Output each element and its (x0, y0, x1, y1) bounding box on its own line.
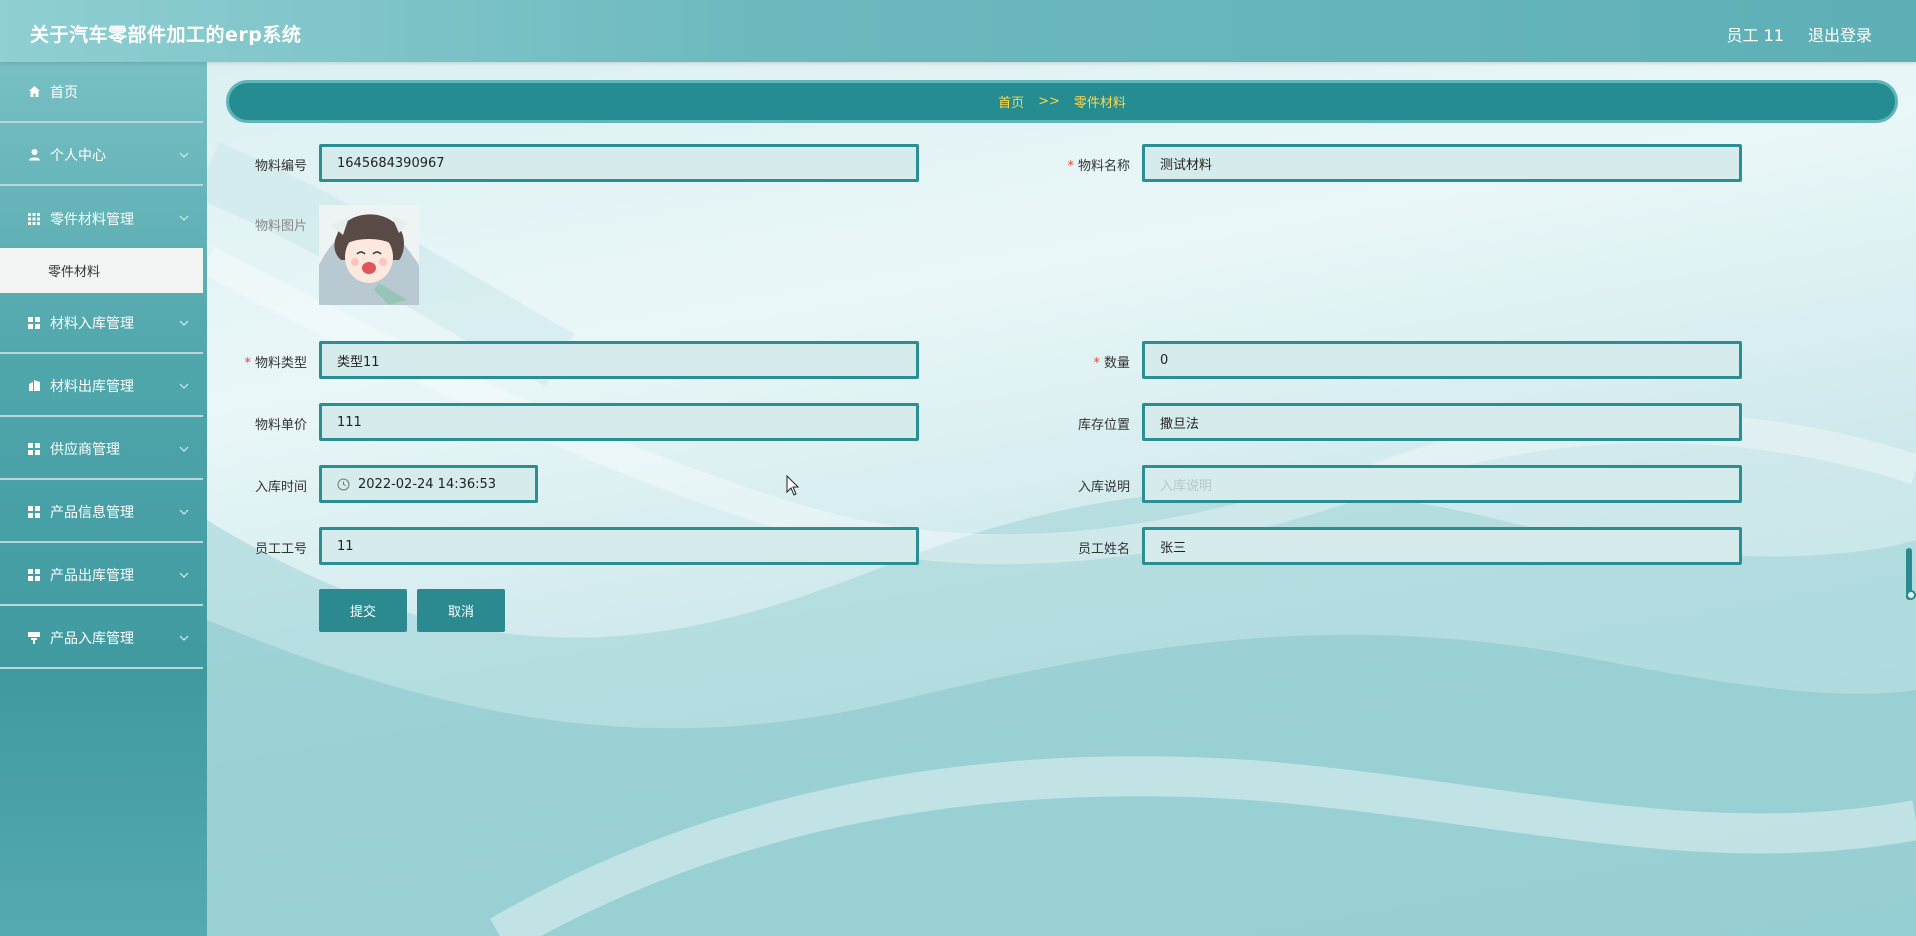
unit-price-field[interactable]: 111 (319, 403, 919, 441)
employee-no-field[interactable]: 11 (319, 527, 919, 565)
sidebar-item-label: 产品入库管理 (50, 630, 134, 647)
app-title: 关于汽车零部件加工的erp系统 (30, 24, 302, 46)
current-user: 员工 11 (1726, 26, 1784, 45)
unit-price-label: 物料单价 (254, 418, 307, 433)
employee-name-field[interactable]: 张三 (1142, 527, 1742, 565)
chevron-down-icon (179, 320, 189, 326)
chevron-down-icon (179, 446, 189, 452)
employee-no-label: 员工工号 (254, 542, 307, 557)
mouse-pointer-icon (786, 475, 800, 496)
storage-location-field[interactable]: 撒旦法 (1142, 403, 1742, 441)
sidebar-item-label: 零件材料管理 (50, 211, 134, 228)
sidebar-item-label: 首页 (50, 84, 78, 101)
sidebar-item-material-outbound[interactable]: 材料出库管理 (0, 356, 203, 417)
employee-name-label: 员工姓名 (1077, 542, 1130, 557)
chevron-down-icon (179, 509, 189, 515)
user-actions: 员工 11 退出登录 (1727, 22, 1872, 46)
avatar-illustration-icon (319, 205, 419, 305)
sidebar: 首页 个人中心 零件材料管理 零件材料 材料入库管理 材料出库管理 供应商管理 (0, 62, 207, 936)
sidebar-item-home[interactable]: 首页 (0, 62, 203, 123)
desk-icon (27, 631, 41, 645)
sidebar-item-product-info[interactable]: 产品信息管理 (0, 482, 203, 543)
sidebar-item-label: 材料出库管理 (50, 378, 134, 395)
top-bar: 关于汽车零部件加工的erp系统 员工 11 退出登录 (0, 0, 1916, 62)
sidebar-item-label: 个人中心 (50, 147, 106, 164)
material-no-label: 物料编号 (254, 159, 307, 174)
submit-button[interactable]: 提交 (319, 589, 407, 632)
home-icon (27, 85, 41, 99)
sidebar-item-material-inbound[interactable]: 材料入库管理 (0, 293, 203, 354)
sidebar-item-product-outbound[interactable]: 产品出库管理 (0, 545, 203, 606)
sidebar-subitem-parts[interactable]: 零件材料 (0, 248, 203, 293)
inbound-note-field[interactable]: 入库说明 (1142, 465, 1742, 503)
breadcrumb: 首页 >> 零件材料 (226, 80, 1898, 123)
cancel-button[interactable]: 取消 (417, 589, 505, 632)
clock-icon (337, 478, 350, 490)
material-type-field[interactable]: 类型11 (319, 341, 919, 379)
sidebar-item-label: 产品信息管理 (50, 504, 134, 521)
quantity-label: * 数量 (1093, 356, 1130, 371)
sidebar-item-parts-management[interactable]: 零件材料管理 (0, 188, 203, 249)
material-image-label: 物料图片 (254, 219, 307, 234)
breadcrumb-home[interactable]: 首页 (998, 92, 1024, 111)
chevron-down-icon (179, 215, 189, 221)
sidebar-item-personal-center[interactable]: 个人中心 (0, 125, 203, 186)
scrollbar-handle[interactable] (1906, 590, 1916, 600)
breadcrumb-separator: >> (1038, 94, 1060, 109)
grid-icon (27, 212, 41, 226)
material-no-field[interactable]: 1645684390967 (319, 144, 919, 182)
building-icon (27, 379, 41, 393)
logout-link[interactable]: 退出登录 (1808, 22, 1872, 46)
sidebar-item-label: 产品出库管理 (50, 567, 134, 584)
inbound-time-picker[interactable]: 2022-02-24 14:36:53 (319, 465, 538, 503)
user-icon (27, 148, 41, 162)
breadcrumb-current: 零件材料 (1073, 96, 1126, 111)
material-image-thumbnail[interactable] (319, 205, 419, 305)
grid-icon (27, 316, 41, 330)
material-name-field[interactable]: 测试材料 (1142, 144, 1742, 182)
inbound-time-label: 入库时间 (254, 480, 307, 495)
sidebar-item-supplier[interactable]: 供应商管理 (0, 419, 203, 480)
sidebar-item-product-inbound[interactable]: 产品入库管理 (0, 608, 203, 669)
grid-icon (27, 442, 41, 456)
material-type-label: * 物料类型 (244, 356, 307, 371)
material-name-label: * 物料名称 (1067, 159, 1130, 174)
chevron-down-icon (179, 635, 189, 641)
grid-icon (27, 568, 41, 582)
chevron-down-icon (179, 383, 189, 389)
quantity-field[interactable]: 0 (1142, 341, 1742, 379)
sidebar-item-label: 供应商管理 (50, 441, 120, 458)
grid-icon (27, 505, 41, 519)
storage-location-label: 库存位置 (1077, 418, 1130, 433)
chevron-down-icon (179, 572, 189, 578)
inbound-time-value: 2022-02-24 14:36:53 (358, 476, 497, 492)
inbound-note-label: 入库说明 (1077, 480, 1130, 495)
sidebar-item-label: 材料入库管理 (50, 315, 134, 332)
chevron-down-icon (179, 152, 189, 158)
